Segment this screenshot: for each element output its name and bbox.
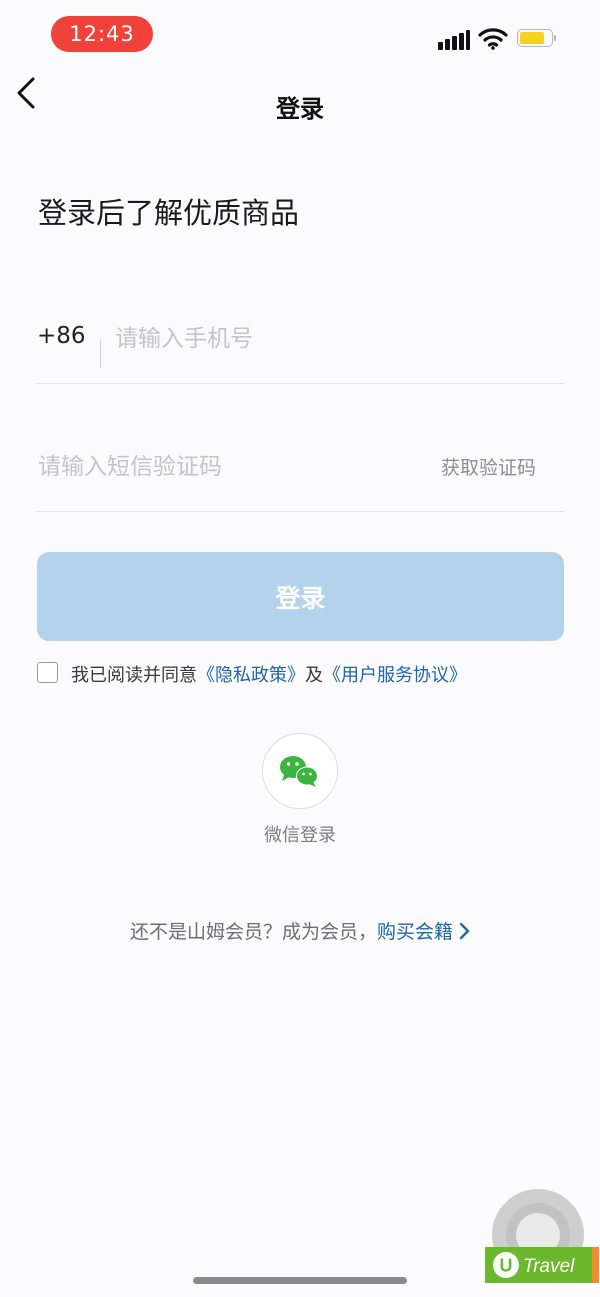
chevron-right-icon	[459, 922, 470, 940]
phone-input[interactable]	[115, 320, 545, 358]
membership-prompt: 还不是山姆会员？成为会员，购买会籍	[0, 917, 600, 944]
battery-icon	[517, 29, 556, 49]
privacy-policy-link[interactable]: 《隐私政策》	[197, 665, 305, 686]
buy-membership-link[interactable]: 购买会籍	[377, 921, 470, 943]
field-divider	[100, 340, 101, 368]
watermark-logo-letter: U	[500, 1256, 513, 1276]
u-travel-watermark: U Travel	[485, 1247, 599, 1283]
membership-prompt-text: 还不是山姆会员？成为会员，	[129, 921, 377, 943]
agree-checkbox[interactable]	[37, 662, 58, 683]
country-code[interactable]: +86	[37, 323, 86, 349]
signal-icon	[438, 30, 470, 50]
login-button[interactable]: 登录	[37, 552, 564, 641]
code-underline	[37, 511, 564, 512]
wechat-icon	[280, 756, 318, 787]
watermark-text: Travel	[523, 1256, 575, 1277]
login-headline: 登录后了解优质商品	[38, 196, 300, 230]
sms-code-input[interactable]	[38, 448, 418, 486]
phone-underline	[37, 383, 564, 384]
agreement-text: 我已阅读并同意《隐私政策》及《用户服务协议》	[71, 661, 467, 687]
agreement-prefix: 我已阅读并同意	[71, 665, 197, 686]
status-time: 12:43	[51, 16, 153, 52]
wifi-icon	[478, 28, 508, 50]
wechat-login-button[interactable]	[262, 733, 338, 809]
wechat-login-label: 微信登录	[264, 825, 336, 846]
page-title: 登录	[276, 95, 324, 123]
terms-link[interactable]: 《用户服务协议》	[323, 665, 467, 686]
get-code-button[interactable]: 获取验证码	[441, 453, 536, 480]
home-indicator[interactable]	[193, 1277, 407, 1284]
agreement-conjunction: 及	[305, 665, 323, 686]
